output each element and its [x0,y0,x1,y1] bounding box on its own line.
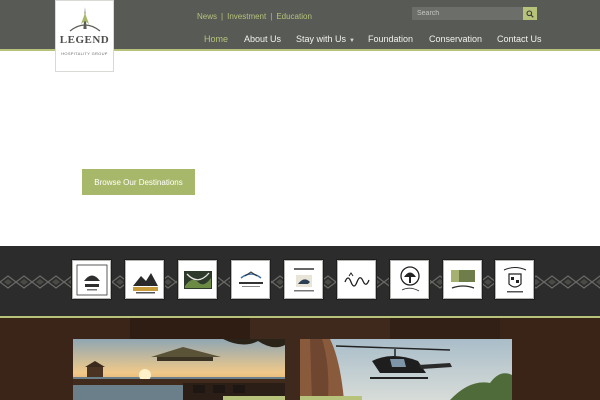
legend-mark-icon [69,7,100,32]
beach-lodge-card[interactable] [73,339,285,400]
utility-link-investment[interactable]: Investment [227,12,266,21]
nav-stay-with-us-label: Stay with Us [296,34,347,44]
partner-mogotlho[interactable] [443,260,482,299]
nav-foundation[interactable]: Foundation [368,34,413,44]
zambili-partner-icon [343,271,370,287]
partner-tree-emblem[interactable] [390,260,429,299]
partner-entabeni[interactable] [125,260,164,299]
partner-crest[interactable] [495,260,534,299]
partner-legend[interactable] [72,260,111,299]
whale-partner-icon [293,267,314,291]
partner-landscape[interactable] [178,260,217,299]
partner-logos-strip [0,246,600,318]
sunset-deck-image [73,339,285,400]
wood-plank [500,318,600,400]
logo-wordmark: LEGEND [59,34,110,46]
page: News | Investment | Education Home About… [0,0,600,400]
search-box [412,7,537,20]
landscape-partner-icon [183,270,212,289]
helicopter-image [300,339,512,400]
search-input[interactable] [412,7,523,20]
nav-conservation[interactable]: Conservation [429,34,482,44]
tree-partner-icon [399,265,420,291]
entabeni-partner-icon [132,272,158,293]
nav-about-us[interactable]: About Us [244,34,281,44]
divider: | [270,12,273,21]
helicopter-card[interactable] [300,339,512,400]
partner-dugong-beach-lodge[interactable] [231,260,270,299]
utility-link-news[interactable]: News [197,12,217,21]
search-button[interactable] [523,7,537,20]
hero-section [0,51,600,246]
mogotlho-partner-icon [450,269,475,289]
site-logo[interactable]: LEGEND HOSPITALITY GROUP [55,0,114,72]
card-accent [223,396,285,400]
feature-section [0,318,600,400]
crest-partner-icon [503,266,526,292]
nav-stay-with-us[interactable]: Stay with Us ▼ [296,34,355,44]
card-accent [300,396,362,400]
search-icon [526,9,534,18]
chevron-down-icon: ▼ [349,38,355,44]
legend-partner-icon [76,264,107,295]
nav-contact-us[interactable]: Contact Us [497,34,542,44]
dugong-partner-icon [238,270,263,287]
browse-destinations-button[interactable]: Browse Our Destinations [82,169,195,195]
utility-links: News | Investment | Education [197,12,312,21]
nav-home[interactable]: Home [204,34,228,44]
divider: | [221,12,224,21]
utility-link-education[interactable]: Education [276,12,312,21]
partner-whale[interactable] [284,260,323,299]
logo-tagline: HOSPITALITY GROUP [61,51,108,56]
partner-zambili[interactable] [337,260,376,299]
